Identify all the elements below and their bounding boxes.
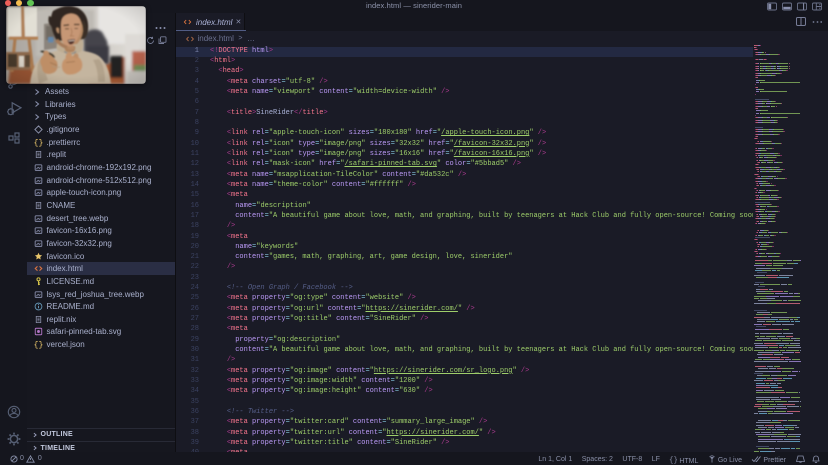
svg-text:{}: {} — [34, 139, 43, 147]
svg-text:{}: {} — [669, 457, 677, 464]
svg-text:{}: {} — [34, 341, 43, 349]
